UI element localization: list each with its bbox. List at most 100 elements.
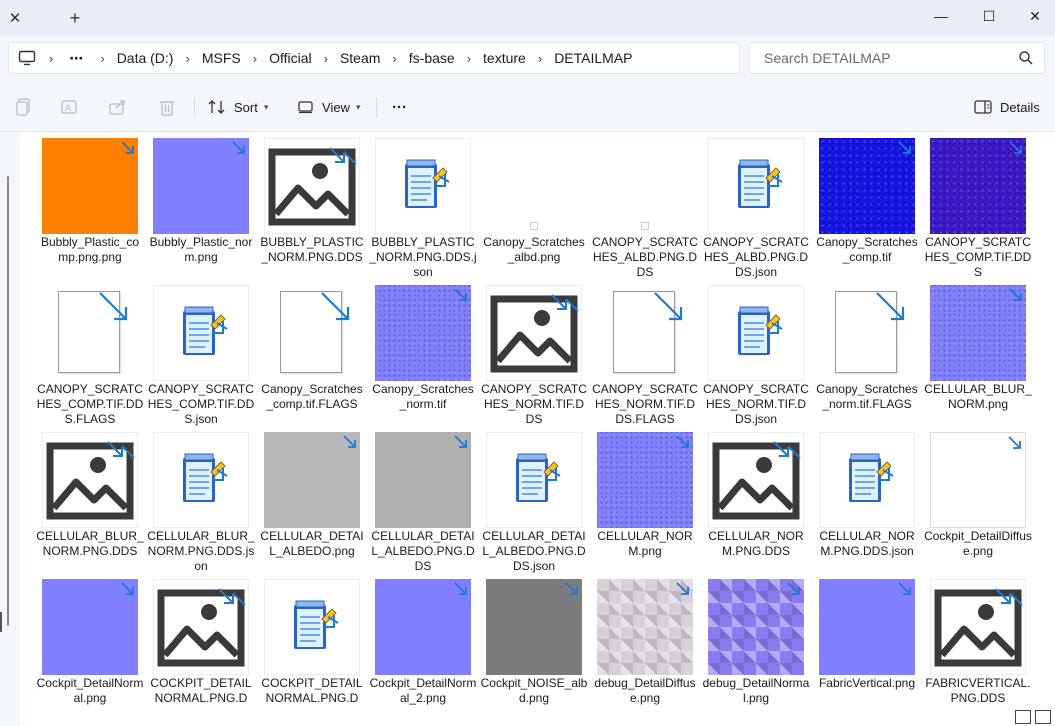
details-view-button[interactable] bbox=[1015, 710, 1031, 724]
file-item[interactable]: debug_DetailNormal.png bbox=[702, 573, 810, 719]
search-input[interactable]: Search DETAILMAP bbox=[749, 42, 1045, 74]
file-item[interactable]: CANOPY_SCRATCHES_COMP.TIF.DDS.json bbox=[147, 279, 255, 426]
file-name: CELLULAR_BLUR_NORM.PNG.DDS bbox=[36, 529, 144, 558]
file-item[interactable]: CANOPY_SCRATCHES_ALBD.PNG.DDS bbox=[591, 132, 699, 279]
tiles-view-button[interactable] bbox=[1035, 710, 1051, 724]
file-name: CELLULAR_BLUR_NORM.png bbox=[924, 382, 1032, 411]
file-name: CANOPY_SCRATCHES_NORM.TIF.DDS.json bbox=[703, 382, 809, 426]
more-options-button[interactable]: ··· bbox=[392, 95, 407, 119]
details-pane-button[interactable]: Details bbox=[974, 95, 1040, 119]
new-tab-button[interactable]: + bbox=[62, 5, 88, 31]
file-name: Canopy_Scratches_albd.png bbox=[483, 235, 585, 264]
file-item[interactable]: COCKPIT_DETAILNORMAL.PNG.D bbox=[147, 573, 255, 719]
breadcrumb-data-drive[interactable]: Data (D:) bbox=[117, 50, 174, 66]
rename-button[interactable]: A bbox=[60, 97, 80, 117]
file-item[interactable]: CELLULAR_NORM.png bbox=[591, 426, 699, 572]
file-item[interactable]: Cockpit_DetailDiffuse.png bbox=[924, 426, 1032, 572]
file-item[interactable]: CELLULAR_BLUR_NORM.png bbox=[924, 279, 1032, 425]
file-item[interactable]: CELLULAR_DETAIL_ALBEDO.PNG.DDS bbox=[369, 426, 477, 573]
file-item[interactable]: Cockpit_DetailNormal_2.png bbox=[369, 573, 477, 719]
breadcrumb-fs-base[interactable]: fs-base bbox=[409, 50, 455, 66]
chevron-right-icon[interactable]: › bbox=[173, 51, 201, 66]
breadcrumb-overflow[interactable]: ⋯ bbox=[65, 50, 88, 67]
file-item[interactable]: Canopy_Scratches_comp.tif.FLAGS bbox=[258, 279, 366, 425]
close-tab-button[interactable]: ✕ bbox=[0, 5, 30, 31]
file-item[interactable]: Cockpit_NOISE_albd.png bbox=[480, 573, 588, 719]
search-placeholder: Search DETAILMAP bbox=[764, 50, 891, 66]
shortcut-arrow-icon bbox=[787, 582, 800, 595]
file-item[interactable]: CANOPY_SCRATCHES_NORM.TIF.DDS bbox=[480, 279, 588, 426]
file-name: CANOPY_SCRATCHES_ALBD.PNG.DDS bbox=[592, 235, 698, 279]
sort-button[interactable]: Sort ▾ bbox=[208, 95, 268, 119]
chevron-right-icon[interactable]: › bbox=[45, 51, 65, 66]
file-item[interactable]: Canopy_Scratches_albd.png bbox=[480, 132, 588, 278]
chevron-right-icon[interactable]: › bbox=[526, 51, 554, 66]
file-item[interactable]: CELLULAR_DETAIL_ALBEDO.PNG.DDS.json bbox=[480, 426, 588, 573]
view-toggle-group bbox=[1015, 710, 1051, 724]
file-explorer-window: ✕ + — ☐ ✕ › ⋯ › Data (D:) › MSFS › Offic… bbox=[0, 0, 1055, 726]
file-item[interactable]: BUBBLY_PLASTIC_NORM.PNG.DDS bbox=[258, 132, 366, 278]
delete-button[interactable] bbox=[157, 97, 177, 117]
chevron-right-icon[interactable]: › bbox=[455, 51, 483, 66]
breadcrumb-steam[interactable]: Steam bbox=[340, 50, 380, 66]
close-window-button[interactable]: ✕ bbox=[1012, 0, 1055, 32]
file-item[interactable]: BUBBLY_PLASTIC_NORM.PNG.DDS.json bbox=[369, 132, 477, 279]
file-name: CELLULAR_NORM.PNG.DDS bbox=[708, 529, 804, 558]
file-item[interactable]: Canopy_Scratches_norm.tif.FLAGS bbox=[813, 279, 921, 425]
file-item[interactable]: Canopy_Scratches_comp.tif bbox=[813, 132, 921, 278]
share-button[interactable] bbox=[108, 97, 128, 117]
file-item[interactable]: CELLULAR_NORM.PNG.DDS bbox=[702, 426, 810, 572]
file-item[interactable]: CANOPY_SCRATCHES_COMP.TIF.DDS.FLAGS bbox=[36, 279, 144, 426]
shortcut-arrow-icon bbox=[876, 292, 905, 321]
minimize-button[interactable]: — bbox=[918, 0, 964, 32]
file-name: BUBBLY_PLASTIC_NORM.PNG.DDS bbox=[260, 235, 364, 264]
file-item[interactable]: CELLULAR_DETAIL_ALBEDO.png bbox=[258, 426, 366, 572]
file-item[interactable]: CELLULAR_BLUR_NORM.PNG.DDS.json bbox=[147, 426, 255, 573]
breadcrumb-official[interactable]: Official bbox=[269, 50, 312, 66]
file-thumbnail bbox=[153, 432, 249, 528]
breadcrumb-texture[interactable]: texture bbox=[483, 50, 526, 66]
file-item[interactable]: CANOPY_SCRATCHES_ALBD.PNG.DDS.json bbox=[702, 132, 810, 279]
title-bar: ✕ + — ☐ ✕ bbox=[0, 0, 1055, 36]
file-name: CANOPY_SCRATCHES_COMP.TIF.DDS.FLAGS bbox=[36, 382, 144, 426]
chevron-right-icon[interactable]: › bbox=[312, 51, 340, 66]
file-item[interactable]: FabricVertical.png bbox=[813, 573, 921, 719]
file-thumbnail bbox=[486, 579, 582, 675]
shortcut-arrow-icon bbox=[121, 582, 134, 595]
file-item[interactable]: Cockpit_DetailNormal.png bbox=[36, 573, 144, 719]
this-pc-button[interactable] bbox=[9, 50, 45, 66]
address-bar[interactable]: › ⋯ › Data (D:) › MSFS › Official › Stea… bbox=[8, 42, 740, 74]
file-name: BUBBLY_PLASTIC_NORM.PNG.DDS.json bbox=[369, 235, 477, 279]
chevron-right-icon[interactable]: › bbox=[88, 51, 116, 66]
address-row: › ⋯ › Data (D:) › MSFS › Official › Stea… bbox=[0, 36, 1055, 82]
navigation-pane[interactable] bbox=[0, 132, 20, 726]
file-name: CELLULAR_BLUR_NORM.PNG.DDS.json bbox=[147, 529, 255, 573]
file-item[interactable]: COCKPIT_DETAILNORMAL.PNG.D bbox=[258, 573, 366, 719]
nav-scrollbar[interactable] bbox=[7, 176, 9, 626]
file-item[interactable]: debug_DetailDiffuse.png bbox=[591, 573, 699, 719]
maximize-button[interactable]: ☐ bbox=[966, 0, 1012, 32]
breadcrumb-msfs[interactable]: MSFS bbox=[202, 50, 241, 66]
file-grid: Bubbly_Plastic_comp.png.png Bubbly_Plasti… bbox=[36, 132, 1036, 726]
file-item[interactable]: Bubbly_Plastic_comp.png.png bbox=[36, 132, 144, 278]
file-item[interactable]: CELLULAR_NORM.PNG.DDS.json bbox=[813, 426, 921, 572]
view-button[interactable]: View ▾ bbox=[298, 95, 360, 119]
file-item[interactable]: CANOPY_SCRATCHES_COMP.TIF.DDS bbox=[924, 132, 1032, 279]
white-thumbnail bbox=[930, 432, 1026, 528]
chevron-right-icon[interactable]: › bbox=[241, 51, 269, 66]
file-name: CELLULAR_DETAIL_ALBEDO.png bbox=[260, 529, 364, 558]
file-name: debug_DetailDiffuse.png bbox=[594, 676, 696, 705]
file-item[interactable]: CELLULAR_BLUR_NORM.PNG.DDS bbox=[36, 426, 144, 572]
breadcrumb-detailmap[interactable]: DETAILMAP bbox=[554, 50, 632, 66]
file-item[interactable]: CANOPY_SCRATCHES_NORM.TIF.DDS.FLAGS bbox=[591, 279, 699, 426]
copy-button[interactable] bbox=[14, 97, 34, 117]
file-name: CANOPY_SCRATCHES_ALBD.PNG.DDS.json bbox=[703, 235, 809, 279]
file-thumbnail bbox=[819, 579, 915, 675]
file-item[interactable]: CANOPY_SCRATCHES_NORM.TIF.DDS.json bbox=[702, 279, 810, 426]
file-item[interactable]: Bubbly_Plastic_norm.png bbox=[147, 132, 255, 278]
file-item[interactable]: FABRICVERTICAL.PNG.DDS bbox=[924, 573, 1032, 719]
chevron-right-icon[interactable]: › bbox=[380, 51, 408, 66]
file-item[interactable]: Canopy_Scratches_norm.tif bbox=[369, 279, 477, 425]
minimize-icon: — bbox=[934, 8, 948, 24]
file-thumbnail bbox=[486, 285, 582, 381]
